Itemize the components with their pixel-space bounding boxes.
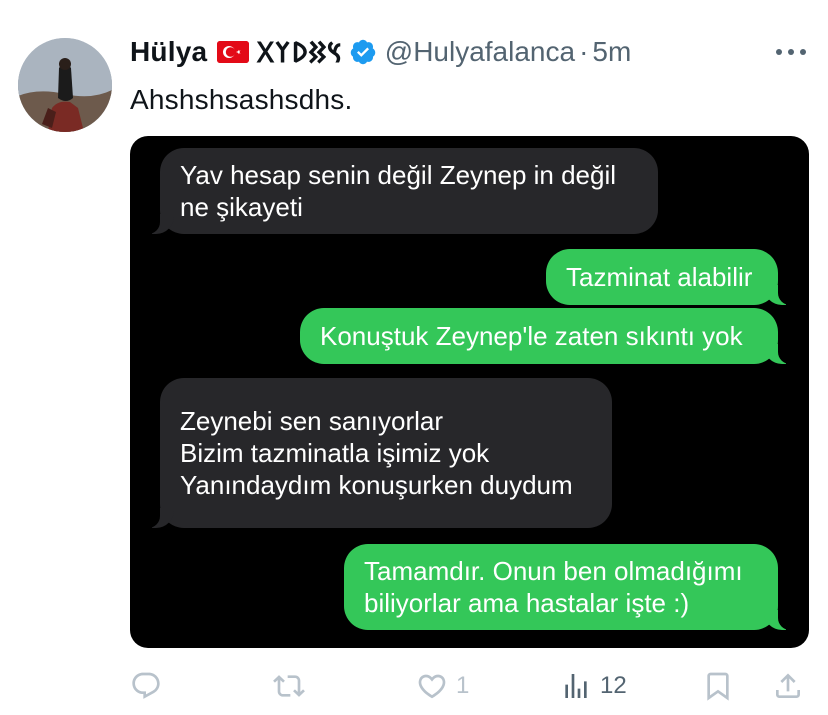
share-button[interactable] <box>772 664 804 708</box>
user-handle[interactable]: @Hulyafalanca <box>385 36 575 68</box>
reply-icon <box>132 672 160 699</box>
more-options-icon[interactable] <box>776 40 806 64</box>
message-line: ne şikayeti <box>180 192 303 222</box>
view-count: 12 <box>600 672 627 699</box>
message-bubble-sent: Tazminat alabilir <box>546 249 796 305</box>
message-line: Zeynebi sen sanıyorlar <box>180 406 444 436</box>
tweet-header: Hülya 𐰽𐰑𐰖𐰠𐰓 @Hulyafalanca · 5m <box>130 34 631 70</box>
tweet-actions: 1 12 <box>130 664 810 708</box>
tweet-media-screenshot[interactable]: Yav hesap senin değil Zeynep in değil ne… <box>130 136 809 648</box>
message-line: Konuştuk Zeynep'le zaten sıkıntı yok <box>320 321 743 351</box>
views-button[interactable]: 12 <box>560 664 627 708</box>
avatar-image <box>18 38 112 132</box>
separator-dot: · <box>579 36 589 67</box>
message-bubble-sent: Tamamdır. Onun ben olmadığımı biliyorlar… <box>344 544 796 630</box>
tweet-text: Ahshshsashsdhs. <box>130 84 353 115</box>
message-line: Bizim tazminatla işimiz yok <box>180 438 490 468</box>
reply-button[interactable] <box>130 664 170 708</box>
message-line: Tamamdır. Onun ben olmadığımı <box>364 556 743 586</box>
verified-badge-icon <box>350 39 376 65</box>
display-name[interactable]: Hülya <box>130 36 207 68</box>
runic-name: 𐰽𐰑𐰖𐰠𐰓 <box>257 36 343 69</box>
views-chart-icon <box>565 674 587 698</box>
heart-icon <box>418 674 446 699</box>
share-icon <box>776 673 800 698</box>
bookmark-button[interactable] <box>702 664 734 708</box>
retweet-button[interactable] <box>273 664 313 708</box>
message-bubble-received: Zeynebi sen sanıyorlar Bizim tazminatla … <box>142 378 612 528</box>
timestamp[interactable]: 5m <box>592 36 631 68</box>
message-line: Yanındaydım konuşurken duydum <box>180 470 573 500</box>
message-bubble-sent: Konuştuk Zeynep'le zaten sıkıntı yok <box>300 308 796 364</box>
message-line: Tazminat alabilir <box>566 262 753 292</box>
message-bubble-received: Yav hesap senin değil Zeynep in değil ne… <box>142 148 658 234</box>
turkey-flag-icon <box>217 41 250 63</box>
message-line: Yav hesap senin değil Zeynep in değil <box>180 160 617 190</box>
like-button[interactable]: 1 <box>416 664 469 708</box>
bookmark-icon <box>707 672 729 701</box>
like-count: 1 <box>456 672 470 699</box>
retweet-icon <box>273 675 305 697</box>
avatar[interactable] <box>18 38 112 132</box>
message-line: biliyorlar ama hastalar işte :) <box>364 588 690 618</box>
